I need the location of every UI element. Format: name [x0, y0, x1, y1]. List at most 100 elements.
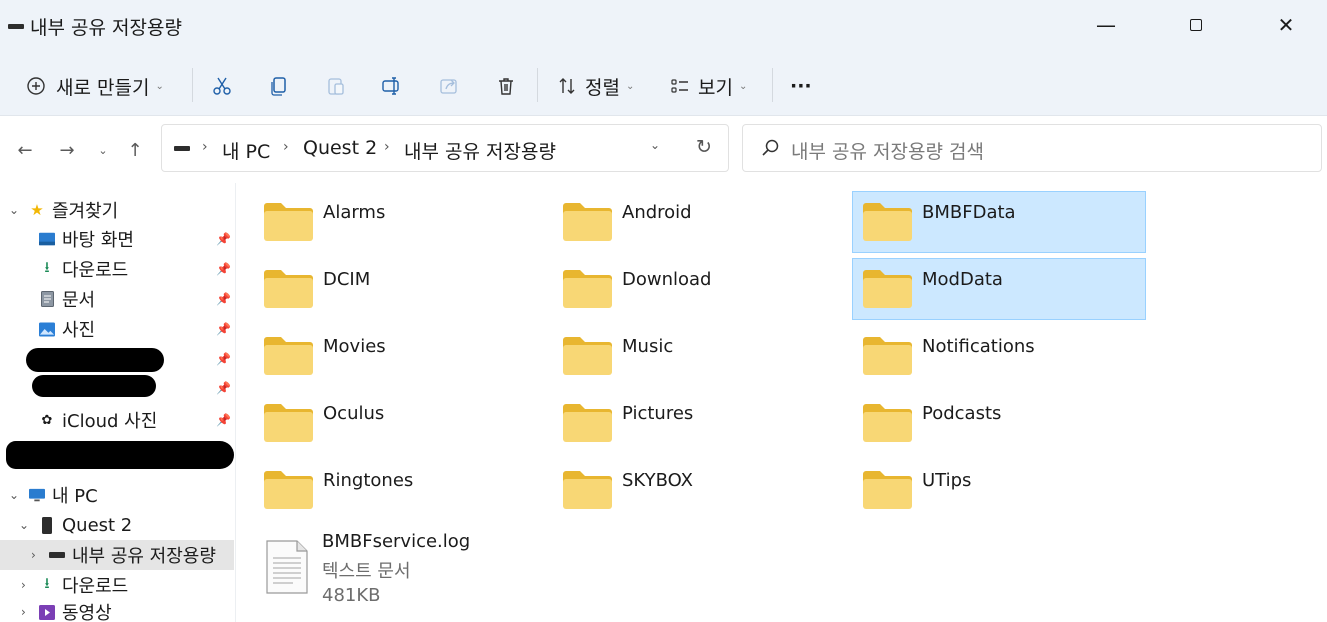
- delete-button[interactable]: [494, 68, 518, 104]
- recent-locations-button[interactable]: ⌄: [90, 138, 116, 162]
- search-icon: [761, 138, 781, 158]
- view-button[interactable]: 보기 ⌄: [668, 68, 747, 104]
- sidebar-item-internal-storage[interactable]: › 내부 공유 저장용량: [0, 540, 234, 570]
- folder-item[interactable]: Music: [552, 325, 846, 387]
- sidebar-item-this-pc[interactable]: ⌄ 내 PC: [0, 480, 234, 510]
- folder-item[interactable]: Alarms: [253, 191, 547, 253]
- sidebar-item-icloud-photos[interactable]: ✿ iCloud 사진 📌: [0, 405, 234, 435]
- sidebar-item-label: 다운로드: [62, 260, 129, 281]
- folder-item[interactable]: Android: [552, 191, 846, 253]
- new-button[interactable]: 새로 만들기 ⌄: [24, 68, 164, 104]
- icloud-photos-icon: ✿: [41, 412, 53, 428]
- folder-item[interactable]: ModData: [852, 258, 1146, 320]
- redacted-item: [6, 441, 234, 469]
- maximize-button[interactable]: [1150, 0, 1242, 50]
- file-size: 481KB: [322, 585, 381, 606]
- share-button[interactable]: [437, 68, 461, 104]
- file-item[interactable]: BMBFservice.log 텍스트 문서 481KB: [263, 528, 563, 612]
- sidebar-item-label: 내부 공유 저장용량: [72, 546, 216, 567]
- cut-button[interactable]: [210, 68, 234, 104]
- sidebar-item-label: 바탕 화면: [62, 230, 134, 251]
- folder-item[interactable]: Download: [552, 258, 846, 320]
- folder-item[interactable]: Movies: [253, 325, 547, 387]
- share-icon: [437, 74, 461, 98]
- pin-icon[interactable]: 📌: [216, 262, 231, 276]
- address-bar[interactable]: › 내 PC › Quest 2 › 내부 공유 저장용량 ⌄ ↻: [161, 124, 729, 172]
- folder-icon: [863, 404, 912, 442]
- chevron-down-icon: ⌄: [738, 80, 748, 92]
- folder-icon: [264, 337, 313, 375]
- sidebar-item-favorites[interactable]: ⌄ ★ 즐겨찾기: [0, 195, 234, 225]
- breadcrumb-this-pc[interactable]: 내 PC: [222, 137, 270, 164]
- document-icon: [39, 291, 55, 307]
- folder-item[interactable]: Ringtones: [253, 459, 547, 521]
- rename-button[interactable]: [380, 68, 404, 104]
- chevron-right-icon[interactable]: ›: [21, 605, 26, 619]
- chevron-down-icon[interactable]: ⌄: [9, 488, 19, 502]
- folder-name: Ringtones: [323, 470, 414, 491]
- sidebar-item-quest-downloads[interactable]: › ⭳ 다운로드: [0, 570, 234, 600]
- pin-icon[interactable]: 📌: [216, 413, 231, 427]
- sort-button[interactable]: 정렬 ⌄: [555, 68, 634, 104]
- arrow-right-icon: →: [59, 139, 75, 161]
- address-dropdown-icon[interactable]: ⌄: [650, 138, 660, 152]
- pin-icon[interactable]: 📌: [216, 352, 231, 366]
- paste-button[interactable]: [324, 68, 348, 104]
- chevron-right-icon[interactable]: ›: [31, 548, 36, 562]
- sidebar-item-label: 사진: [62, 320, 96, 341]
- folder-icon: [264, 203, 313, 241]
- minimize-button[interactable]: —: [1060, 0, 1152, 50]
- sidebar-item-documents[interactable]: 문서 📌: [0, 284, 234, 314]
- chevron-right-icon[interactable]: ›: [21, 578, 26, 592]
- folder-item[interactable]: Oculus: [253, 392, 547, 454]
- breadcrumb-storage[interactable]: 내부 공유 저장용량: [404, 137, 556, 164]
- copy-icon: [267, 74, 291, 98]
- more-icon: ···: [790, 75, 812, 97]
- sidebar-item-desktop[interactable]: 바탕 화면 📌: [0, 224, 234, 254]
- folder-icon: [863, 203, 912, 241]
- sidebar-item-videos[interactable]: › 동영상: [0, 597, 234, 622]
- search-input[interactable]: 내부 공유 저장용량 검색: [791, 137, 984, 164]
- sidebar-item-downloads[interactable]: ⭳ 다운로드 📌: [0, 254, 234, 284]
- sort-label: 정렬: [585, 76, 620, 99]
- folder-name: Download: [622, 269, 712, 290]
- pin-icon[interactable]: 📌: [216, 381, 231, 395]
- refresh-icon[interactable]: ↻: [696, 136, 712, 158]
- window-title: 내부 공유 저장용량: [30, 17, 182, 39]
- maximize-icon: [1190, 19, 1202, 31]
- folder-item[interactable]: Pictures: [552, 392, 846, 454]
- pin-icon[interactable]: 📌: [216, 322, 231, 336]
- toolbar-divider: [537, 68, 538, 102]
- up-button[interactable]: ↑: [122, 138, 148, 162]
- arrow-left-icon: ←: [17, 139, 33, 161]
- sidebar-item-label: 동영상: [62, 603, 112, 622]
- folder-name: SKYBOX: [622, 470, 693, 491]
- folder-item[interactable]: Notifications: [852, 325, 1146, 387]
- search-box[interactable]: 내부 공유 저장용량 검색: [742, 124, 1322, 172]
- folder-item[interactable]: BMBFData: [852, 191, 1146, 253]
- pin-icon[interactable]: 📌: [216, 232, 231, 246]
- chevron-down-icon: ⌄: [625, 80, 635, 92]
- folder-item[interactable]: SKYBOX: [552, 459, 846, 521]
- sidebar-item-label: 즐겨찾기: [52, 201, 119, 222]
- breadcrumb-quest-2[interactable]: Quest 2: [303, 137, 377, 159]
- folder-icon: [264, 404, 313, 442]
- back-button[interactable]: ←: [12, 138, 38, 162]
- chevron-down-icon[interactable]: ⌄: [9, 203, 19, 217]
- close-button[interactable]: ✕: [1240, 0, 1327, 50]
- more-options-button[interactable]: ···: [790, 68, 812, 104]
- copy-button[interactable]: [267, 68, 291, 104]
- folder-item[interactable]: DCIM: [253, 258, 547, 320]
- folder-name: Android: [622, 202, 692, 223]
- sidebar-item-pictures[interactable]: 사진 📌: [0, 314, 234, 344]
- sidebar-item-quest-2[interactable]: ⌄ Quest 2: [0, 510, 234, 540]
- folder-icon: [863, 270, 912, 308]
- pin-icon[interactable]: 📌: [216, 292, 231, 306]
- download-icon: ⭳: [44, 257, 50, 276]
- folder-item[interactable]: UTips: [852, 459, 1146, 521]
- sidebar-item-label: Quest 2: [62, 514, 133, 536]
- rename-icon: [380, 74, 404, 98]
- forward-button[interactable]: →: [54, 138, 80, 162]
- chevron-down-icon[interactable]: ⌄: [19, 518, 29, 532]
- folder-item[interactable]: Podcasts: [852, 392, 1146, 454]
